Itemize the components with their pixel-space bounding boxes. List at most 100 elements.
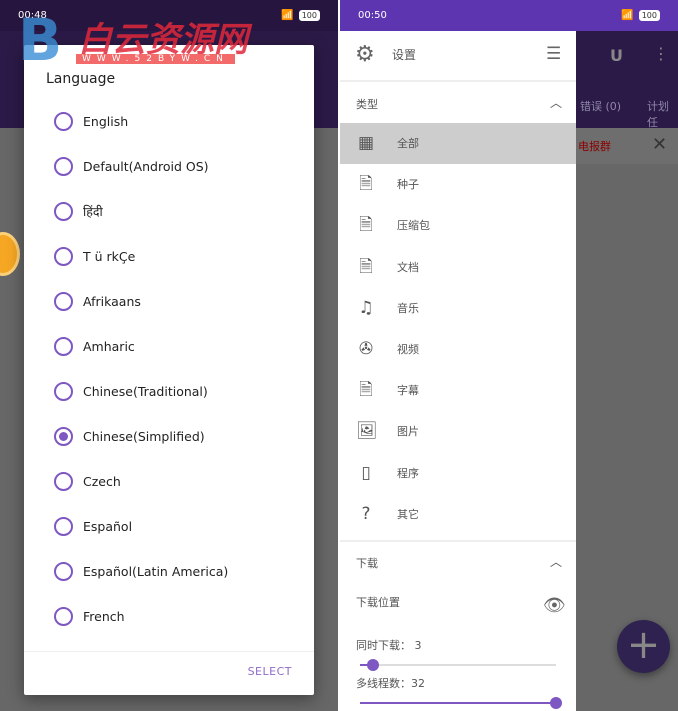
gear-icon[interactable]: ⚙ bbox=[355, 44, 375, 66]
magnet-icon[interactable]: U bbox=[610, 48, 623, 64]
drawer-item[interactable]: ? 其它 bbox=[340, 494, 576, 535]
language-option[interactable]: Amharic bbox=[54, 331, 135, 361]
option-label: Español bbox=[83, 518, 133, 534]
doc-file-icon: 🗎 bbox=[359, 256, 373, 277]
drawer-item[interactable]: ▯ 程序 bbox=[340, 453, 576, 494]
more-icon[interactable]: ⋮ bbox=[653, 46, 669, 62]
option-label: Default(Android OS) bbox=[83, 158, 209, 174]
threads-label: 多线程数：32 bbox=[356, 677, 425, 690]
radio-button[interactable] bbox=[54, 246, 73, 266]
drawer-item-label: 文档 bbox=[397, 260, 419, 274]
radio-button[interactable] bbox=[54, 291, 73, 311]
drawer-item[interactable]: 🗎 字幕 bbox=[340, 370, 576, 411]
download-section-title: 下载 bbox=[356, 557, 378, 570]
unknown-file-icon: ? bbox=[361, 503, 371, 524]
drawer-header: ⚙ 设置 ☰ bbox=[340, 31, 576, 82]
language-option[interactable]: Español(Latin America) bbox=[54, 556, 228, 586]
concurrent-downloads-slider[interactable] bbox=[360, 659, 556, 671]
threads-slider[interactable] bbox=[360, 697, 562, 709]
close-icon[interactable]: ✕ bbox=[652, 134, 667, 155]
drawer-item-label: 压缩包 bbox=[397, 219, 430, 233]
language-option[interactable]: हिंदी bbox=[54, 196, 103, 226]
image-icon: 🖼 bbox=[356, 421, 378, 442]
option-label: French bbox=[83, 608, 125, 624]
drawer-item[interactable]: ✇ 视频 bbox=[340, 329, 576, 370]
add-button[interactable]: + bbox=[617, 620, 670, 673]
option-label: हिंदी bbox=[83, 203, 103, 219]
select-button[interactable]: SELECT bbox=[248, 665, 292, 678]
language-option[interactable]: Chinese(Simplified) bbox=[54, 421, 205, 451]
drawer-item[interactable]: ▦ 全部 bbox=[340, 123, 576, 164]
radio-button[interactable] bbox=[54, 516, 73, 536]
chevron-up-icon[interactable]: ︿ bbox=[550, 553, 562, 570]
grid-icon: ▦ bbox=[357, 133, 375, 153]
wifi-icon: 📶 bbox=[621, 10, 634, 21]
battery-icon: 100 bbox=[298, 10, 320, 21]
torrent-file-icon: 🗎 bbox=[359, 174, 373, 195]
drawer-item-label: 图片 bbox=[397, 425, 419, 439]
type-section-title: 类型 bbox=[356, 98, 378, 111]
drawer-item-label: 全部 bbox=[397, 137, 419, 150]
status-time: 00:48 bbox=[18, 10, 47, 21]
film-reel-icon: ✇ bbox=[358, 339, 374, 359]
drawer-item[interactable]: 🗎 文档 bbox=[340, 247, 576, 288]
status-bar: 00:50 📶 100 bbox=[340, 0, 678, 31]
subtitle-file-icon: 🗎 bbox=[359, 380, 373, 401]
tab-error[interactable]: 错误 (0) bbox=[580, 98, 621, 114]
left-screen: 00:48 📶 100 Language English Default(Andro… bbox=[0, 0, 338, 711]
language-option[interactable]: French bbox=[54, 601, 125, 631]
drawer-item-label: 字幕 bbox=[397, 384, 419, 398]
language-option[interactable]: Default(Android OS) bbox=[54, 151, 209, 181]
option-label: Czech bbox=[83, 473, 121, 489]
radio-button[interactable] bbox=[54, 561, 73, 581]
drawer-item-label: 视频 bbox=[397, 343, 419, 356]
chevron-up-icon[interactable]: ︿ bbox=[550, 94, 562, 111]
battery-icon: 100 bbox=[638, 10, 660, 21]
option-label: Amharic bbox=[83, 338, 135, 354]
music-icon: ♫ bbox=[358, 297, 374, 318]
option-label: Chinese(Traditional) bbox=[83, 383, 208, 399]
settings-label[interactable]: 设置 bbox=[392, 46, 416, 63]
drawer-item-label: 程序 bbox=[397, 466, 419, 480]
orange-image bbox=[0, 232, 20, 276]
phone-icon: ▯ bbox=[361, 462, 371, 483]
tab-plan[interactable]: 计划任 bbox=[647, 98, 678, 130]
radio-button[interactable] bbox=[54, 381, 73, 401]
radio-button[interactable] bbox=[54, 111, 73, 131]
language-option[interactable]: Czech bbox=[54, 466, 121, 496]
language-option[interactable]: Afrikaans bbox=[54, 286, 141, 316]
drawer-item[interactable]: 🗎 压缩包 bbox=[340, 205, 576, 246]
drawer-item[interactable]: 🖼 图片 bbox=[340, 411, 576, 452]
zip-file-icon: 🗎 bbox=[359, 215, 373, 236]
radio-button[interactable] bbox=[54, 336, 73, 356]
drawer-item-label: 其它 bbox=[397, 507, 419, 521]
eye-icon[interactable]: 👁 bbox=[543, 597, 566, 615]
language-option[interactable]: Chinese(Traditional) bbox=[54, 376, 208, 406]
status-time: 00:50 bbox=[358, 10, 387, 21]
language-option[interactable]: Español bbox=[54, 511, 132, 541]
radio-button[interactable] bbox=[54, 201, 73, 221]
option-label: Español(Latin America) bbox=[83, 563, 229, 579]
option-label: English bbox=[83, 113, 129, 129]
divider bbox=[24, 651, 314, 652]
server-settings-icon[interactable]: ☰ bbox=[546, 46, 561, 63]
drawer-item[interactable]: ♫ 音乐 bbox=[340, 288, 576, 329]
radio-button[interactable] bbox=[54, 156, 73, 176]
radio-button[interactable] bbox=[54, 471, 73, 491]
radio-button[interactable] bbox=[54, 606, 73, 626]
notice-text: 电报群 bbox=[578, 140, 611, 153]
language-option[interactable]: English bbox=[54, 106, 128, 136]
drawer-item-label: 音乐 bbox=[397, 301, 419, 315]
divider bbox=[340, 540, 576, 542]
download-location-label[interactable]: 下载位置 bbox=[356, 594, 400, 610]
concurrent-downloads-label: 同时下载： 3 bbox=[356, 639, 422, 652]
radio-button[interactable] bbox=[54, 426, 73, 446]
drawer-item-label: 种子 bbox=[397, 178, 419, 192]
drawer-item[interactable]: 🗎 种子 bbox=[340, 164, 576, 205]
dialog-title: Language bbox=[46, 71, 116, 87]
status-bar: 00:48 📶 100 bbox=[0, 0, 338, 31]
option-label: T ü rkÇe bbox=[83, 248, 136, 264]
language-option[interactable]: T ü rkÇe bbox=[54, 241, 135, 271]
option-label: Chinese(Simplified) bbox=[83, 428, 205, 444]
option-label: Afrikaans bbox=[83, 293, 141, 309]
